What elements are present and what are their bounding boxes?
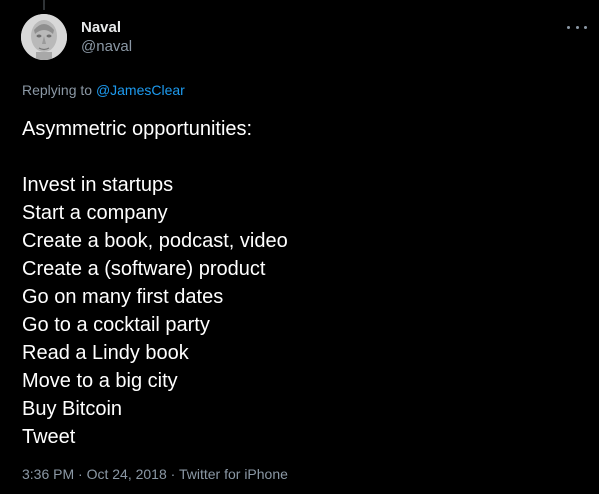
list-item: Read a Lindy book — [22, 342, 189, 364]
author-handle[interactable]: @naval — [81, 37, 132, 57]
list-item: Buy Bitcoin — [22, 398, 123, 420]
replying-to-line: Replying to @JamesClear — [22, 82, 185, 98]
meta-separator: · — [74, 466, 87, 482]
dot — [584, 25, 587, 29]
list-item: Go to a cocktail party — [22, 314, 210, 336]
list-item: Start a company — [22, 202, 168, 224]
avatar[interactable] — [21, 14, 67, 60]
meta-separator: · — [166, 466, 179, 482]
list-item: Move to a big city — [22, 370, 178, 392]
list-item: Create a book, podcast, video — [22, 230, 288, 252]
dot — [567, 25, 570, 29]
tweet-card: Naval @naval Replying to @JamesClear Asy… — [0, 0, 599, 494]
list-item: Invest in startups — [22, 174, 174, 196]
tweet-date[interactable]: Oct 24, 2018 — [87, 466, 167, 482]
tweet-heading: Asymmetric opportunities: — [22, 118, 253, 140]
author-block: Naval @naval — [81, 19, 132, 57]
list-item: Create a (software) product — [22, 258, 266, 280]
tweet-time[interactable]: 3:36 PM — [22, 466, 74, 482]
list-item: Go on many first dates — [22, 286, 224, 308]
reply-mention-link[interactable]: @JamesClear — [96, 82, 185, 98]
tweet-source[interactable]: Twitter for iPhone — [179, 466, 288, 482]
list-item: Tweet — [22, 426, 76, 448]
dot — [575, 25, 579, 29]
stone-bust-avatar-icon — [21, 14, 67, 60]
more-options-icon[interactable] — [567, 20, 587, 34]
tweet-text: Asymmetric opportunities: Invest in star… — [22, 115, 288, 451]
author-display-name[interactable]: Naval — [81, 19, 132, 37]
replying-to-prefix: Replying to — [22, 82, 96, 98]
thread-connector-line — [43, 0, 45, 10]
tweet-meta: 3:36 PM · Oct 24, 2018 · Twitter for iPh… — [22, 466, 288, 482]
